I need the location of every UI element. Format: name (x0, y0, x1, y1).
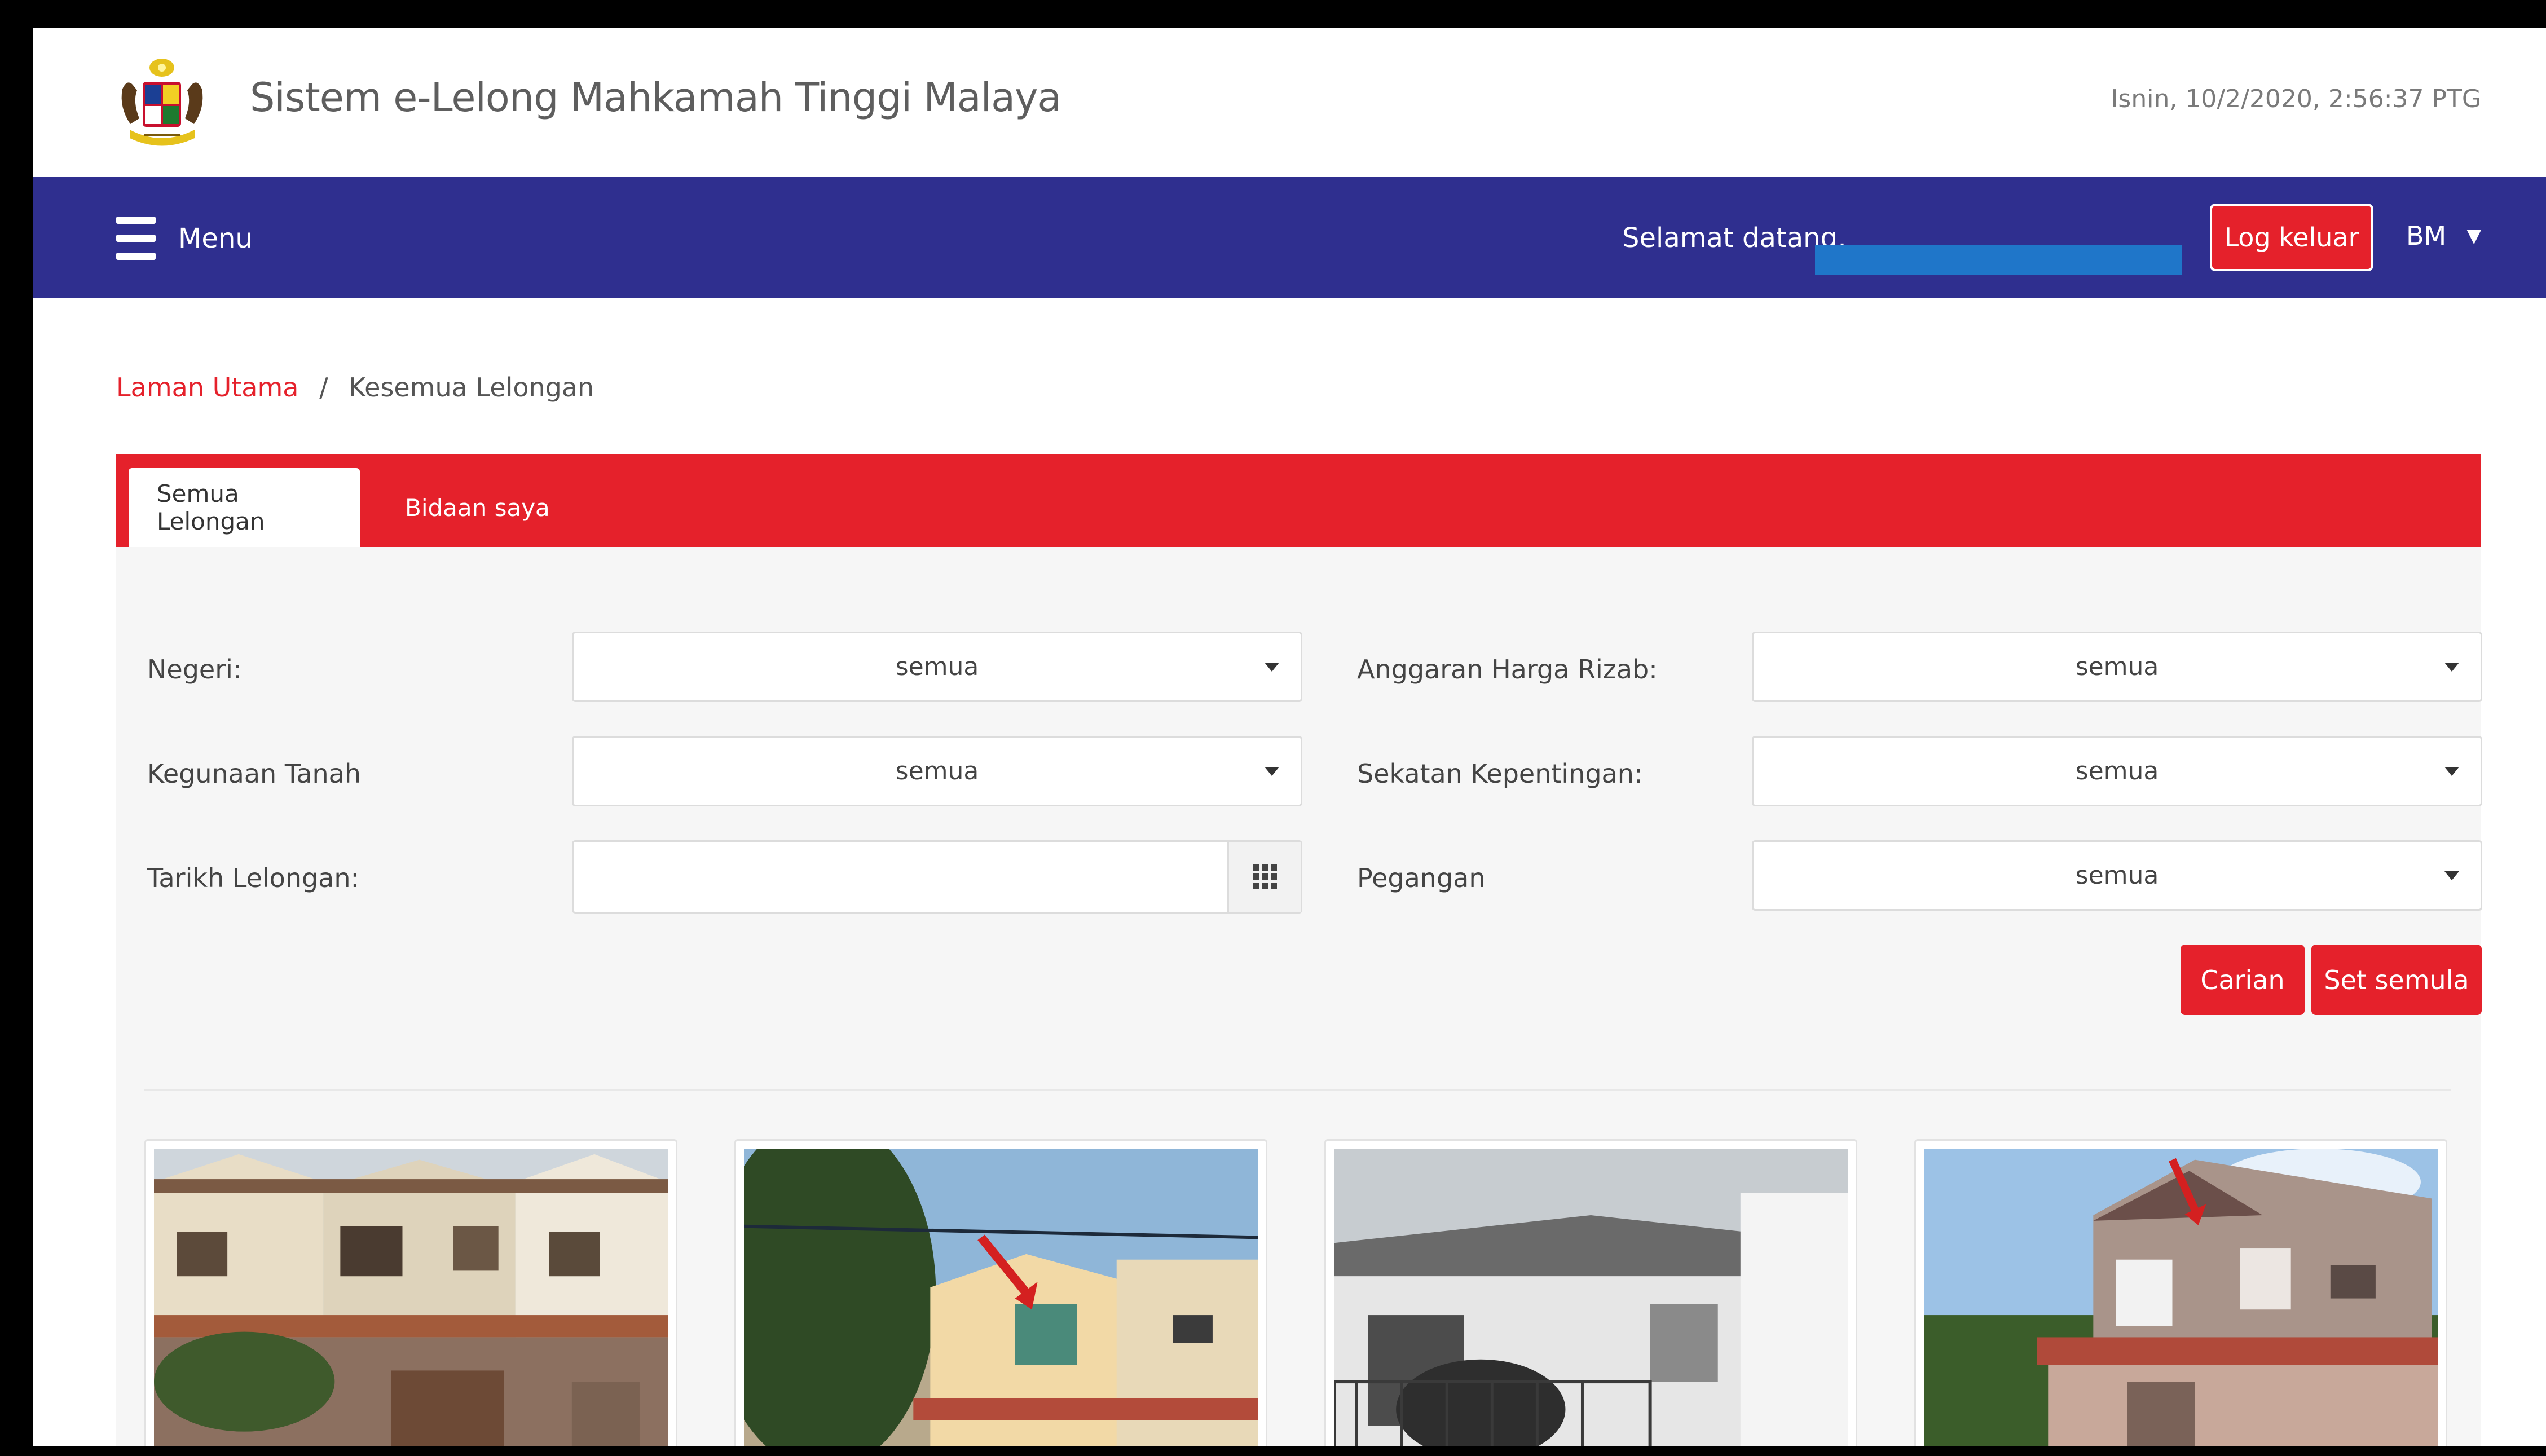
menu-label: Menu (178, 223, 253, 254)
property-photo (154, 1149, 668, 1446)
property-card[interactable] (144, 1139, 677, 1446)
pegangan-value: semua (2075, 861, 2159, 890)
tab-semua-lelongan[interactable]: Semua Lelongan (129, 468, 360, 547)
anggaran-harga-rizab-value: semua (2075, 652, 2159, 681)
language-selector[interactable]: BM ▼ (2406, 220, 2481, 251)
pegangan-label: Pegangan (1357, 863, 1486, 893)
kegunaan-tanah-value: semua (895, 757, 979, 786)
welcome-label: Selamat datang, (1622, 222, 1847, 254)
search-button[interactable]: Carian (2181, 945, 2305, 1015)
dropdown-arrow-icon (2444, 766, 2459, 776)
kegunaan-tanah-select[interactable]: semua (572, 736, 1302, 806)
dropdown-arrow-icon (2444, 662, 2459, 672)
reset-button[interactable]: Set semula (2311, 945, 2482, 1015)
menu-button[interactable]: Menu (116, 213, 253, 264)
property-photo (1924, 1149, 2438, 1446)
redacted-username (1815, 245, 2182, 275)
dropdown-arrow-icon (1265, 662, 1279, 672)
breadcrumb-home-link[interactable]: Laman Utama (116, 372, 298, 403)
negeri-label: Negeri: (147, 654, 242, 685)
browser-viewport: Sistem e-Lelong Mahkamah Tinggi Malaya I… (33, 28, 2546, 1446)
anggaran-harga-rizab-label: Anggaran Harga Rizab: (1357, 654, 1658, 685)
sekatan-kepentingan-select[interactable]: semua (1752, 736, 2482, 806)
calendar-button[interactable] (1227, 842, 1301, 912)
property-card[interactable] (1914, 1139, 2447, 1446)
main-navbar: Menu Selamat datang, Log keluar BM ▼ (33, 177, 2546, 298)
language-label: BM (2406, 220, 2447, 251)
caret-down-icon: ▼ (2466, 224, 2482, 247)
tab-bar: Semua Lelongan Bidaan saya (116, 454, 2481, 547)
sekatan-kepentingan-value: semua (2075, 757, 2159, 786)
calendar-icon (1252, 864, 1278, 889)
site-header: Sistem e-Lelong Mahkamah Tinggi Malaya I… (33, 28, 2546, 177)
breadcrumb-current: Kesemua Lelongan (349, 372, 594, 403)
property-photo (744, 1149, 1258, 1446)
property-card[interactable] (734, 1139, 1267, 1446)
negeri-select[interactable]: semua (572, 632, 1302, 702)
negeri-value: semua (895, 652, 979, 681)
kegunaan-tanah-label: Kegunaan Tanah (147, 758, 362, 789)
section-divider (144, 1089, 2451, 1091)
breadcrumb-separator: / (319, 372, 328, 403)
auction-panel: Semua Lelongan Bidaan saya Negeri: semua… (116, 454, 2482, 1446)
current-datetime: Isnin, 10/2/2020, 2:56:37 PTG (2111, 85, 2481, 113)
logout-button[interactable]: Log keluar (2210, 204, 2373, 271)
property-photo (1334, 1149, 1848, 1446)
tab-bidaan-saya[interactable]: Bidaan saya (377, 468, 578, 547)
anggaran-harga-rizab-select[interactable]: semua (1752, 632, 2482, 702)
tarikh-lelongan-input[interactable] (572, 840, 1302, 914)
hamburger-icon (116, 217, 156, 261)
breadcrumb: Laman Utama / Kesemua Lelongan (116, 372, 594, 403)
pegangan-select[interactable]: semua (1752, 840, 2482, 911)
dropdown-arrow-icon (2444, 871, 2459, 880)
property-card[interactable] (1324, 1139, 1857, 1446)
tarikh-lelongan-label: Tarikh Lelongan: (147, 863, 360, 893)
app-title: Sistem e-Lelong Mahkamah Tinggi Malaya (250, 74, 1061, 121)
sekatan-kepentingan-label: Sekatan Kepentingan: (1357, 758, 1643, 789)
dropdown-arrow-icon (1265, 766, 1279, 776)
coat-of-arms-logo (110, 56, 214, 152)
